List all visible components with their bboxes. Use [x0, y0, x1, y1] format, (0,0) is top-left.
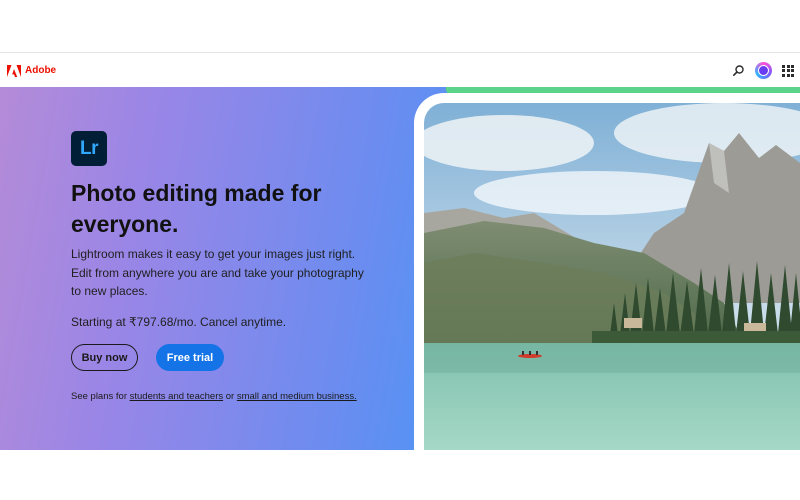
page-title: Photo editing made for everyone. — [71, 180, 322, 237]
brand-label: Adobe — [25, 65, 57, 76]
hero-content: Lr Photo editing made for everyone. Ligh… — [0, 87, 420, 450]
buy-now-button[interactable]: Buy now — [71, 344, 138, 371]
hero-description: Lightroom makes it easy to get your imag… — [71, 247, 364, 298]
page-bottom-area — [0, 450, 800, 500]
small-business-link[interactable]: small and medium business. — [237, 391, 357, 402]
global-navbar: Adobe — [0, 52, 800, 87]
browser-top-area — [0, 0, 800, 52]
user-avatar[interactable] — [755, 62, 772, 79]
lightroom-app-icon: Lr — [71, 131, 107, 166]
plans-note: See plans for students and teachers or s… — [71, 391, 357, 402]
apps-grid-icon — [782, 64, 785, 68]
app-icon-text: Lr — [80, 137, 99, 159]
students-teachers-link[interactable]: students and teachers — [130, 391, 223, 402]
landscape-image — [424, 103, 800, 450]
adobe-logo-icon — [7, 64, 21, 77]
hero-photo — [424, 103, 800, 450]
avatar-icon — [758, 65, 769, 76]
free-trial-button[interactable]: Free trial — [156, 344, 224, 371]
plans-prefix: See plans for — [71, 391, 130, 402]
hero-section: Lr Photo editing made for everyone. Ligh… — [0, 87, 800, 450]
adobe-home-link[interactable]: Adobe — [7, 53, 56, 88]
apps-grid-button[interactable] — [782, 64, 794, 77]
plans-middle: or — [223, 391, 237, 402]
pricing-text: Starting at ₹797.68/mo. Cancel anytime. — [71, 315, 287, 329]
search-icon — [732, 65, 744, 76]
search-button[interactable] — [731, 64, 745, 78]
